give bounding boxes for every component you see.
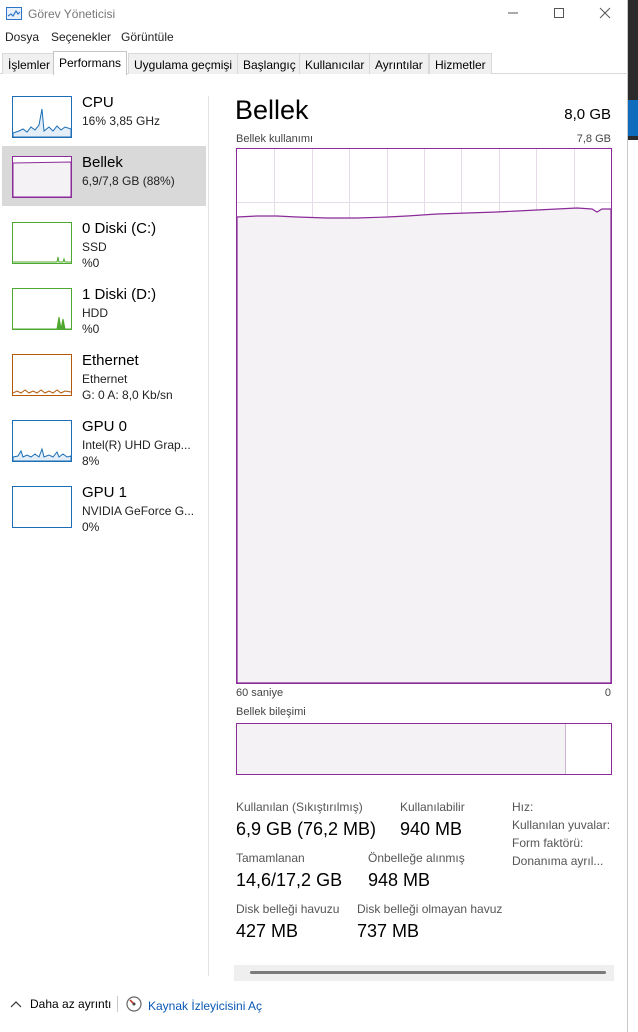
resource-monitor-icon (126, 996, 142, 1015)
memory-mini-graph (12, 156, 72, 198)
menu-options[interactable]: Seçenekler (51, 30, 111, 44)
sidebar-item-name: 0 Diski (C:) (82, 220, 157, 237)
chevron-up-icon (10, 997, 22, 1011)
stat-committed-label: Tamamlanan (236, 851, 305, 865)
stat-cached-value: 948 MB (368, 870, 431, 890)
tab-bar: İşlemler Performans Uygulama geçmişi Baş… (0, 51, 628, 75)
background-window-edge (628, 0, 638, 1032)
memory-usage-graph (236, 148, 612, 684)
menu-file[interactable]: Dosya (5, 30, 39, 44)
open-resource-monitor-link[interactable]: Kaynak İzleyicisini Aç (126, 996, 262, 1015)
prop-slots-label: Kullanılan yuvalar: (512, 818, 611, 832)
sidebar-item-usage: 8% (82, 454, 100, 468)
usage-graph-label: Bellek kullanımı (236, 133, 314, 145)
sidebar-item-detail: 6,9/7,8 GB (88%) (82, 174, 175, 188)
stat-available-value: 940 MB (400, 819, 463, 839)
stat-committed-value: 14,6/17,2 GB (236, 870, 343, 890)
pane-divider[interactable] (208, 96, 209, 976)
gpu-1-mini-graph (12, 486, 72, 528)
fewer-details-button[interactable]: Daha az ayrıntı (10, 997, 111, 1011)
sidebar-item-throughput: G: 0 A: 8,0 Kb/sn (82, 388, 173, 402)
sidebar-item-usage: %0 (82, 322, 100, 336)
composition-label: Bellek bileşimi (236, 706, 306, 718)
sidebar-item-name: 1 Diski (D:) (82, 286, 157, 303)
sidebar-item-gpu-0[interactable]: GPU 0 Intel(R) UHD Grap... 8% (2, 410, 206, 470)
page-title: Bellek (235, 95, 309, 125)
tab-users[interactable]: Kullanıcılar (299, 53, 371, 74)
footer-separator (117, 996, 118, 1012)
sidebar-item-adapter: Ethernet (82, 372, 128, 386)
window-title: Görev Yöneticisi (28, 7, 116, 21)
close-icon (599, 6, 611, 22)
sidebar-item-memory[interactable]: Bellek 6,9/7,8 GB (88%) (2, 146, 206, 206)
tab-processes[interactable]: İşlemler (2, 53, 57, 74)
sidebar-item-disk-1[interactable]: 1 Diski (D:) HDD %0 (2, 278, 206, 338)
stat-cached-label: Önbelleğe alınmış (368, 851, 465, 865)
sidebar-item-usage: %0 (82, 256, 100, 270)
sidebar-item-disk-0[interactable]: 0 Diski (C:) SSD %0 (2, 212, 206, 272)
sidebar-item-model: Intel(R) UHD Grap... (82, 438, 191, 452)
sidebar-item-type: HDD (82, 306, 108, 320)
close-button[interactable] (582, 0, 628, 28)
tab-app-history[interactable]: Uygulama geçmişi (128, 53, 239, 74)
sidebar-item-name: CPU (82, 94, 114, 111)
memory-usage-area (237, 207, 611, 683)
cpu-mini-graph (12, 96, 72, 138)
sidebar-item-model: NVIDIA GeForce G... (82, 504, 195, 518)
ethernet-mini-graph (12, 354, 72, 396)
task-manager-app-icon (6, 7, 22, 20)
maximize-icon (553, 6, 565, 22)
disk-0-mini-graph (12, 222, 72, 264)
performance-sidebar: CPU 16% 3,85 GHz Bellek 6,9/7,8 GB (88%)… (0, 86, 208, 976)
graph-time-left: 60 saniye (236, 687, 284, 699)
resource-monitor-label: Kaynak İzleyicisini Aç (148, 998, 263, 1013)
horizontal-scrollbar[interactable] (234, 965, 614, 981)
tab-details[interactable]: Ayrıntılar (369, 53, 429, 74)
sidebar-item-name: GPU 1 (82, 484, 128, 501)
gpu-0-mini-graph (12, 420, 72, 462)
usage-graph-max: 7,8 GB (576, 133, 611, 145)
scrollbar-thumb[interactable] (250, 971, 606, 974)
sidebar-item-type: SSD (82, 240, 107, 254)
sidebar-item-cpu[interactable]: CPU 16% 3,85 GHz (2, 86, 206, 146)
stat-paged-pool-value: 427 MB (236, 921, 299, 941)
title-bar[interactable]: Görev Yöneticisi (0, 0, 628, 28)
stat-nonpaged-pool-label: Disk belleği olmayan havuz (357, 902, 503, 916)
memory-total: 8,0 GB (564, 106, 611, 123)
prop-speed-label: Hız: (512, 800, 534, 814)
tab-performance[interactable]: Performans (53, 51, 128, 75)
graph-time-right: 0 (604, 687, 611, 699)
stat-nonpaged-pool-value: 737 MB (357, 921, 420, 941)
sidebar-item-name: GPU 0 (82, 418, 128, 435)
sidebar-item-gpu-1[interactable]: GPU 1 NVIDIA GeForce G... 0% (2, 476, 206, 536)
task-manager-window: Görev Yöneticisi Dosya Seçenekler Görünt… (0, 0, 628, 1032)
menu-view[interactable]: Görüntüle (121, 30, 174, 44)
sidebar-item-usage: 0% (82, 520, 100, 534)
tab-startup[interactable]: Başlangıç (237, 53, 302, 74)
minimize-button[interactable] (490, 0, 536, 28)
minimize-icon (507, 6, 519, 22)
memory-composition-bar (236, 723, 612, 775)
sidebar-item-name: Ethernet (82, 352, 139, 369)
prop-form-factor-label: Form faktörü: (512, 836, 584, 850)
memory-usage-graph-svg (237, 149, 611, 683)
disk-1-mini-graph (12, 288, 72, 330)
footer: Daha az ayrıntı Kaynak İzleyicisini Aç (0, 990, 628, 1020)
stat-available-label: Kullanılabilir (400, 800, 465, 814)
sidebar-item-detail: 16% 3,85 GHz (82, 114, 161, 128)
sidebar-item-ethernet[interactable]: Ethernet Ethernet G: 0 A: 8,0 Kb/sn (2, 344, 206, 404)
prop-hardware-reserved-label: Donanıma ayrıl... (512, 854, 604, 868)
fewer-details-label: Daha az ayrıntı (30, 997, 112, 1011)
stat-in-use-label: Kullanılan (Sıkıştırılmış) (236, 800, 363, 814)
stat-in-use-value: 6,9 GB (76,2 MB) (236, 819, 377, 839)
sidebar-item-name: Bellek (82, 154, 123, 171)
memory-composition-in-use (237, 724, 566, 774)
maximize-button[interactable] (536, 0, 582, 28)
stat-paged-pool-label: Disk belleği havuzu (236, 902, 340, 916)
tab-services[interactable]: Hizmetler (429, 53, 492, 74)
